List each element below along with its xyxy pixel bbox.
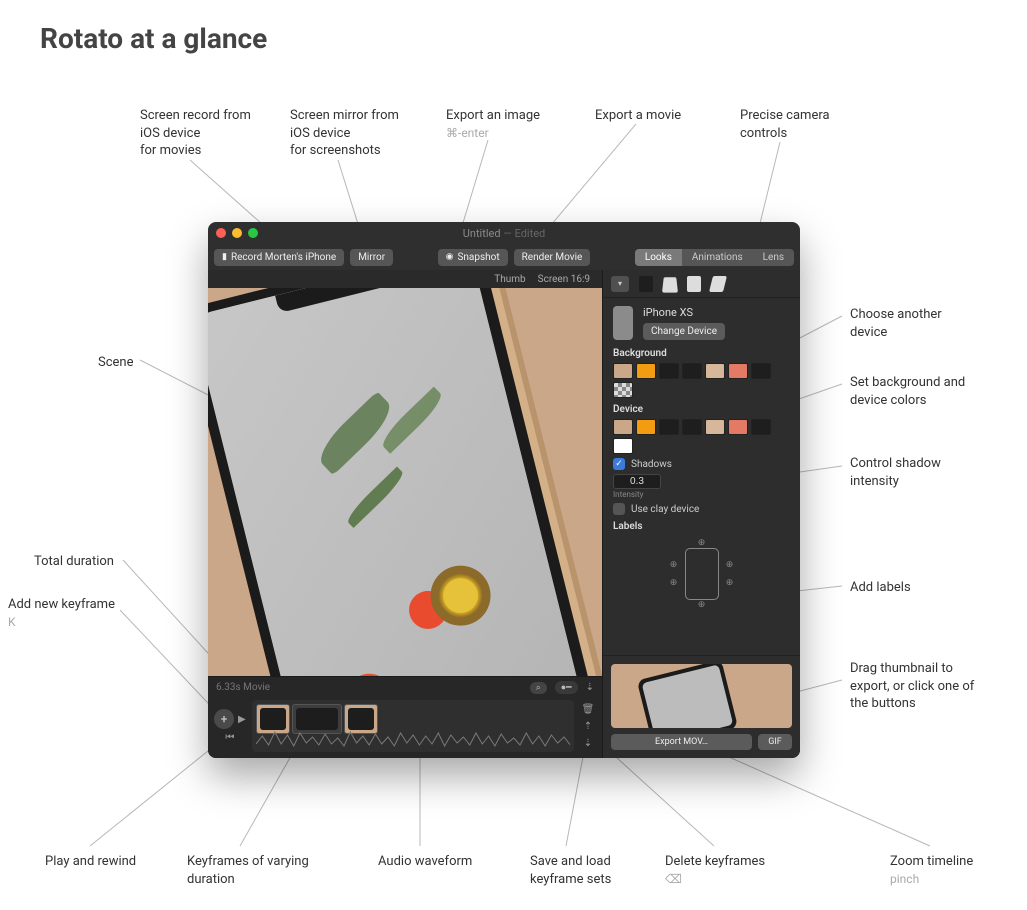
clay-checkbox[interactable] [613, 503, 625, 515]
audio-waveform [256, 726, 570, 748]
trash-icon[interactable]: 🗑 [582, 704, 595, 715]
tab-lens[interactable]: Lens [753, 249, 794, 266]
callout-waveform: Audio waveform [378, 853, 472, 871]
add-label-right-bottom[interactable]: ⊕ [725, 578, 735, 588]
device-swatches [613, 419, 790, 454]
phone-icon: ▮ [222, 252, 227, 262]
labels-section-label: Labels [613, 521, 790, 532]
download-icon[interactable]: ⇣ [586, 682, 594, 693]
snapshot-button[interactable]: ◉Snapshot [438, 249, 508, 266]
style-solid-icon[interactable] [639, 276, 653, 292]
color-swatch[interactable] [728, 419, 748, 435]
timeline-duration: 6.33s Movie [216, 682, 270, 693]
color-swatch[interactable] [728, 363, 748, 379]
add-label-bottom[interactable]: ⊕ [697, 600, 707, 610]
viewport-header: Thumb Screen 16:9 [208, 270, 602, 288]
mirror-button[interactable]: Mirror [350, 249, 393, 266]
add-keyframe-button[interactable]: + [214, 709, 234, 729]
add-label-left-bottom[interactable]: ⊕ [669, 578, 679, 588]
app-window: Untitled — Edited ▮Record Morten's iPhon… [208, 222, 800, 758]
callout-screen-mirror: Screen mirror from iOS device for screen… [290, 107, 399, 160]
color-swatch[interactable] [613, 363, 633, 379]
callout-add-keyframe: Add new keyframeK [8, 596, 115, 631]
color-swatch[interactable] [636, 363, 656, 379]
record-button[interactable]: ▮Record Morten's iPhone [214, 249, 344, 266]
callout-bg-colors: Set background and device colors [850, 374, 965, 409]
color-swatch[interactable] [613, 382, 633, 398]
callout-add-labels: Add labels [850, 579, 911, 597]
style-angle-icon[interactable] [709, 276, 727, 292]
page-title: Rotato at a glance [40, 22, 267, 55]
labels-diagram: ⊕ ⊕ ⊕ ⊕ ⊕ ⊕ [679, 542, 725, 606]
style-iconbar: ▾ [603, 270, 800, 298]
export-gif-button[interactable]: GIF [758, 734, 792, 750]
panel-tabs: Looks Animations Lens [635, 249, 794, 266]
device-color-label: Device [613, 404, 790, 415]
intensity-label: Intensity [613, 490, 643, 499]
callout-shadow: Control shadow intensity [850, 455, 941, 490]
timeline: 6.33s Movie ⌕ ●━ ⇣ + ▶ ⏮ [208, 676, 602, 758]
callout-choose-device: Choose another device [850, 306, 942, 341]
tab-animations[interactable]: Animations [682, 249, 753, 266]
inspector-panel: ▾ iPhone XS Change Device Background Dev… [602, 270, 800, 758]
color-swatch[interactable] [705, 419, 725, 435]
color-swatch[interactable] [613, 438, 633, 454]
callout-total-duration: Total duration [34, 553, 114, 571]
color-swatch[interactable] [751, 419, 771, 435]
export-thumbnail[interactable] [611, 664, 792, 728]
search-icon: ⌕ [536, 683, 541, 693]
load-set-icon[interactable]: ⇣ [584, 738, 592, 749]
color-swatch[interactable] [705, 363, 725, 379]
canvas[interactable] [208, 288, 602, 676]
style-white-icon[interactable] [687, 276, 701, 292]
callout-scene: Scene [98, 354, 134, 372]
save-set-icon[interactable]: ⇡ [584, 721, 592, 732]
callout-export-image: Export an image⌘-enter [446, 107, 540, 142]
titlebar: Untitled — Edited [208, 222, 800, 244]
add-label-right-top[interactable]: ⊕ [725, 560, 735, 570]
camera-icon: ◉ [446, 252, 454, 262]
device-name: iPhone XS [643, 306, 790, 319]
color-swatch[interactable] [613, 419, 633, 435]
timeline-search[interactable]: ⌕ [530, 682, 547, 694]
color-swatch[interactable] [636, 419, 656, 435]
callout-drag-thumb: Drag thumbnail to export, or click one o… [850, 660, 974, 713]
toolbar: ▮Record Morten's iPhone Mirror ◉Snapshot… [208, 244, 800, 270]
color-swatch[interactable] [659, 419, 679, 435]
tab-looks[interactable]: Looks [635, 249, 682, 266]
callout-save-load: Save and load keyframe sets [530, 853, 611, 888]
color-swatch[interactable] [682, 419, 702, 435]
callout-screen-record: Screen record from iOS device for movies [140, 107, 251, 160]
callout-camera-controls: Precise camera controls [740, 107, 830, 142]
color-swatch[interactable] [751, 363, 771, 379]
change-device-button[interactable]: Change Device [643, 323, 725, 340]
shadows-checkbox[interactable]: ✓ [613, 458, 625, 470]
color-swatch[interactable] [659, 363, 679, 379]
callout-delete-kf: Delete keyframes⌫ [665, 853, 765, 888]
play-icon[interactable]: ▶ [238, 714, 246, 725]
render-button[interactable]: Render Movie [514, 249, 591, 266]
background-swatches [613, 363, 790, 398]
view-thumb-label[interactable]: Thumb [494, 274, 525, 285]
background-label: Background [613, 348, 790, 359]
view-aspect-label[interactable]: Screen 16:9 [538, 274, 590, 285]
callout-keyframes: Keyframes of varying duration [187, 853, 309, 888]
shadows-label: Shadows [631, 459, 672, 470]
window-title: Untitled — Edited [208, 227, 800, 240]
rewind-icon[interactable]: ⏮ [225, 732, 234, 743]
timeline-zoom-slider[interactable]: ●━ [555, 681, 578, 694]
device-silhouette-icon [613, 306, 633, 340]
callout-zoom: Zoom timelinepinch [890, 853, 973, 888]
style-shape-icon[interactable] [662, 277, 678, 292]
add-label-left-top[interactable]: ⊕ [669, 560, 679, 570]
shadow-intensity-input[interactable] [613, 474, 661, 489]
style-dropdown[interactable]: ▾ [611, 276, 629, 292]
add-label-top[interactable]: ⊕ [697, 538, 707, 548]
clay-label: Use clay device [631, 504, 699, 515]
export-mov-button[interactable]: Export MOV… [611, 734, 752, 750]
callout-play-rewind: Play and rewind [45, 853, 136, 871]
keyframe-track[interactable] [252, 700, 574, 752]
callout-export-movie: Export a movie [595, 107, 681, 125]
color-swatch[interactable] [682, 363, 702, 379]
